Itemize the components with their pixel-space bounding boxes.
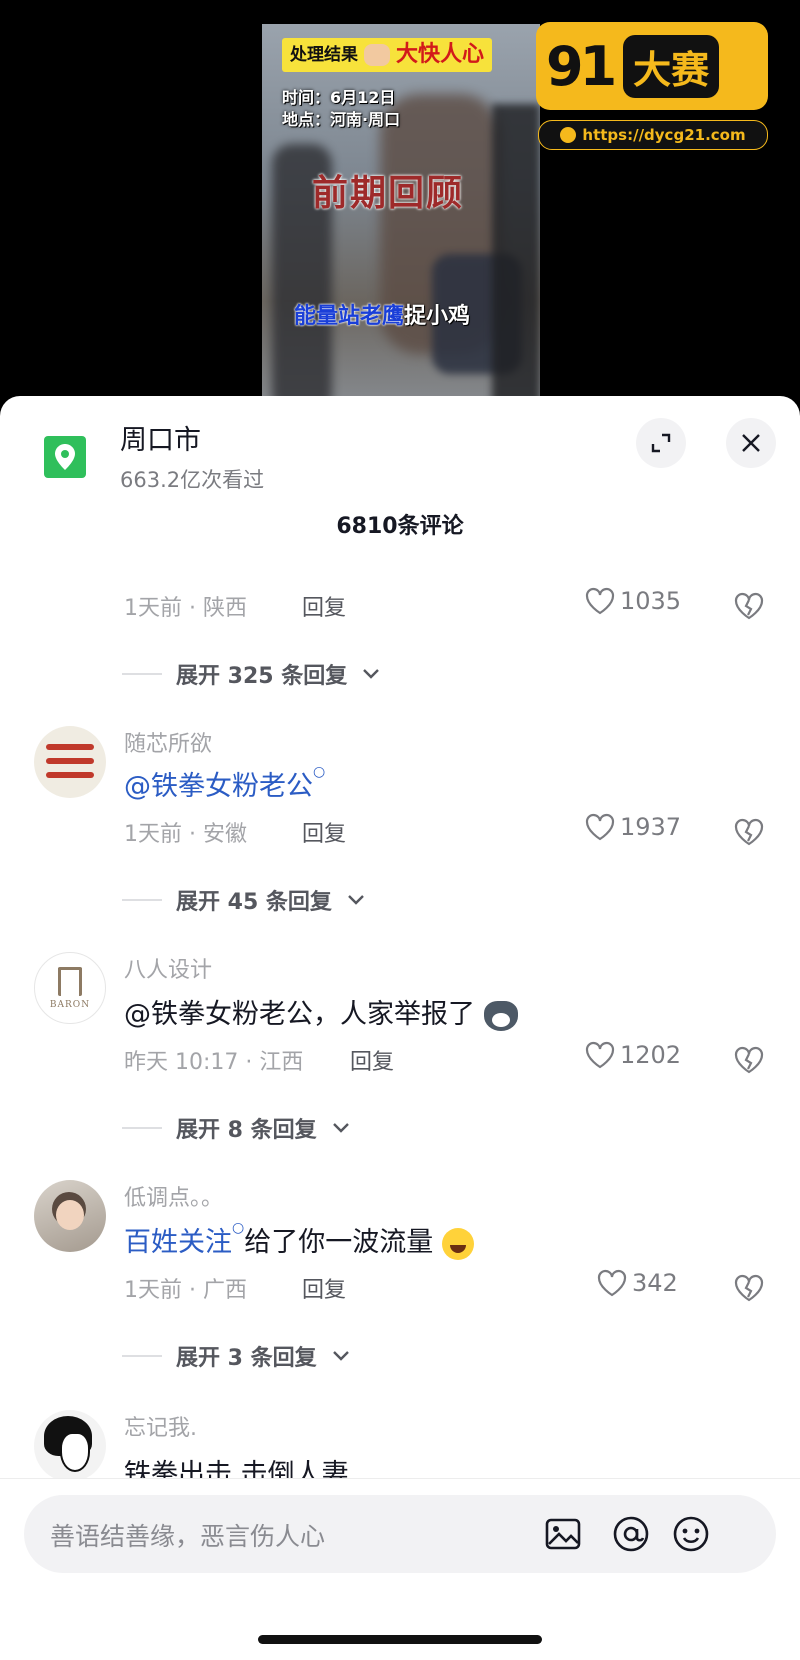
reply-button[interactable]: 回复	[350, 1044, 394, 1076]
avatar[interactable]: BARON	[34, 952, 106, 1024]
watermark-title: 大赛	[623, 34, 720, 98]
comment-text: @铁拳女粉老公○	[124, 764, 325, 803]
like-button[interactable]: 1035	[584, 586, 681, 616]
at-icon[interactable]	[610, 1513, 652, 1555]
comment-meta: 昨天 10:17 · 江西	[124, 1050, 304, 1075]
broken-heart-icon[interactable]	[732, 1270, 766, 1304]
laughing-emoji-icon	[441, 1227, 474, 1260]
avatar[interactable]	[34, 726, 106, 798]
video-time-text: 时间：6月12日	[282, 88, 396, 107]
broken-heart-icon[interactable]	[732, 814, 766, 848]
like-button[interactable]: 1937	[584, 812, 681, 842]
chevron-down-icon	[332, 1123, 349, 1133]
like-count: 1202	[620, 1041, 682, 1069]
location-title[interactable]: 周口市	[120, 418, 201, 457]
comment-username[interactable]: 低调点。。	[124, 1180, 223, 1212]
comment-input[interactable]: 善语结善缘，恶言伤人心	[24, 1495, 776, 1573]
chevron-down-icon	[332, 1351, 349, 1361]
watermark-url: https://dycg21.com	[538, 120, 768, 150]
comment-username[interactable]: 八人设计	[124, 952, 212, 984]
chevron-down-icon	[348, 895, 364, 905]
globe-icon	[560, 127, 577, 143]
video-player[interactable]: 处理结果 大快人心 时间：6月12日 地点：河南·周口 前期回顾 能量站老鹰捉小…	[0, 0, 800, 420]
broken-heart-icon[interactable]	[732, 588, 766, 622]
like-count: 1035	[620, 587, 682, 615]
reply-button[interactable]: 回复	[302, 1272, 346, 1304]
heart-icon	[585, 587, 615, 615]
video-caption: 能量站老鹰捉小鸡	[294, 304, 471, 329]
comment-sheet: 周口市 663.2亿次看过 6810条评论 1天前 · 陕西 回复 1035 展…	[0, 396, 800, 1659]
avatar[interactable]	[34, 1180, 106, 1252]
like-button[interactable]: 342	[596, 1268, 678, 1298]
like-button[interactable]: 1202	[584, 1040, 681, 1070]
expand-replies[interactable]: 展开 325 条回复	[122, 658, 381, 690]
heart-icon	[597, 1269, 627, 1297]
comment-input-bar: 善语结善缘，恶言伤人心	[0, 1478, 800, 1660]
location-pin-icon[interactable]	[44, 436, 86, 478]
watermark-number: 91	[546, 34, 617, 98]
broken-heart-icon[interactable]	[732, 1042, 766, 1076]
sheet-header: 周口市 663.2亿次看过	[0, 396, 800, 496]
comment-text: 百姓关注○给了你一波流量	[124, 1220, 474, 1260]
comment-meta: 1天前 · 陕西	[124, 596, 247, 621]
emoji-icon[interactable]	[670, 1513, 712, 1555]
dog-emoji-icon	[483, 1000, 518, 1031]
comment-meta: 1天前 · 安徽	[124, 822, 247, 847]
video-review-title: 前期回顾	[312, 173, 465, 214]
heart-icon	[585, 1041, 615, 1069]
video-result-badge: 处理结果 大快人心	[282, 38, 493, 72]
watermark-logo: 91 大赛	[536, 22, 768, 110]
hashtag-link[interactable]: 百姓关注	[124, 1227, 232, 1258]
home-indicator	[258, 1635, 542, 1644]
avatar[interactable]	[34, 1410, 106, 1482]
heart-icon	[585, 813, 615, 841]
expand-button[interactable]	[636, 418, 686, 468]
expand-icon	[651, 433, 671, 453]
mention-link[interactable]: @铁拳女粉老公	[124, 771, 313, 802]
reply-button[interactable]: 回复	[302, 816, 346, 848]
comment-meta: 1天前 · 广西	[124, 1278, 247, 1303]
search-icon: ○	[232, 1220, 245, 1236]
expand-replies[interactable]: 展开 45 条回复	[122, 884, 366, 916]
video-place-text: 地点：河南·周口	[282, 110, 401, 129]
comment-username[interactable]: 随芯所欲	[124, 726, 212, 758]
expand-replies[interactable]: 展开 8 条回复	[122, 1112, 351, 1144]
close-icon	[742, 434, 760, 452]
reply-button[interactable]: 回复	[302, 590, 346, 622]
video-frame: 处理结果 大快人心 时间：6月12日 地点：河南·周口 前期回顾 能量站老鹰捉小…	[262, 24, 540, 420]
comment-placeholder: 善语结善缘，恶言伤人心	[50, 1522, 326, 1551]
comment-count: 6810条评论	[336, 514, 464, 539]
like-count: 342	[632, 1269, 678, 1297]
location-views: 663.2亿次看过	[120, 468, 265, 492]
image-icon[interactable]	[542, 1513, 584, 1555]
comment-username[interactable]: 忘记我.	[124, 1410, 197, 1442]
close-button[interactable]	[726, 418, 776, 468]
fist-icon	[364, 44, 390, 66]
expand-replies[interactable]: 展开 3 条回复	[122, 1340, 351, 1372]
chevron-down-icon	[363, 669, 380, 679]
comment-text: @铁拳女粉老公，人家举报了	[124, 992, 518, 1031]
search-icon: ○	[313, 764, 326, 780]
mention-link[interactable]: @铁拳女粉老公	[124, 999, 313, 1030]
like-count: 1937	[620, 813, 682, 841]
